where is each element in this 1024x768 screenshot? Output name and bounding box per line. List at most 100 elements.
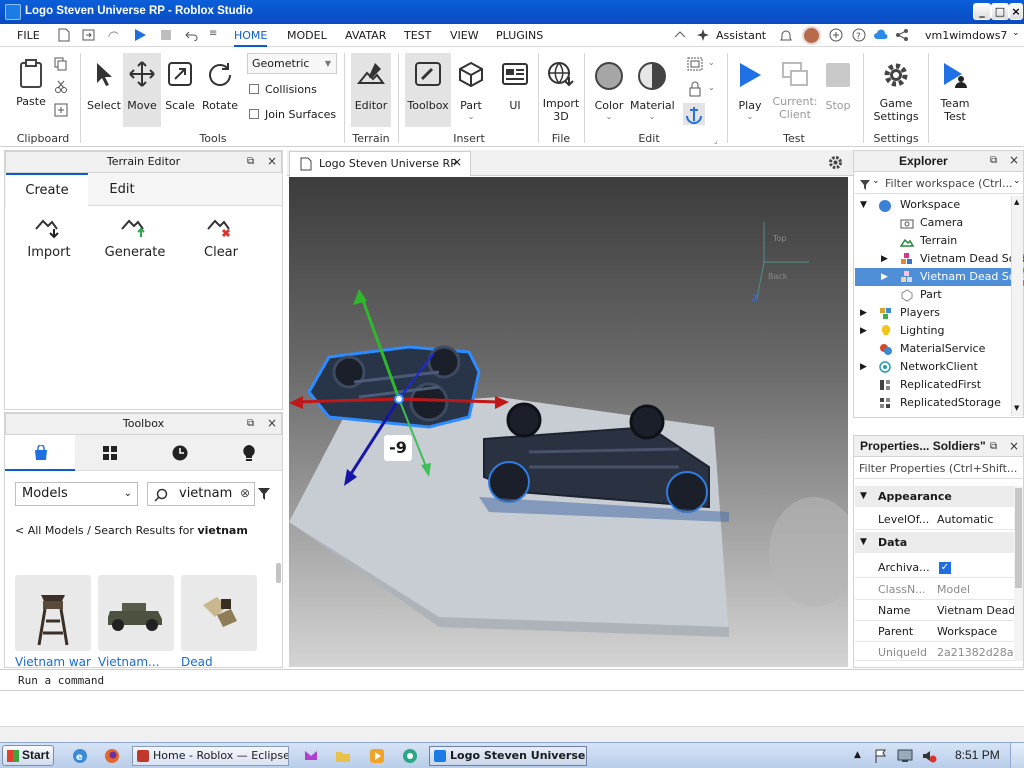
- panel-close-icon[interactable]: ×: [267, 154, 277, 168]
- help-icon[interactable]: ?: [852, 28, 866, 42]
- expand-arrow-icon[interactable]: ▶: [881, 250, 888, 268]
- stop-button[interactable]: Stop: [820, 53, 856, 127]
- tab-plugins[interactable]: PLUGINS: [496, 29, 543, 42]
- scrollbar-thumb[interactable]: [276, 563, 281, 583]
- undo-icon[interactable]: [185, 29, 199, 41]
- color-button[interactable]: Color ⌄: [589, 53, 629, 127]
- copy-icon[interactable]: [54, 57, 68, 71]
- volume-muted-icon[interactable]: [921, 748, 937, 764]
- tab-view[interactable]: VIEW: [450, 29, 479, 42]
- expand-arrow-icon[interactable]: ▶: [860, 358, 867, 376]
- scrollbar-thumb[interactable]: [1015, 488, 1022, 588]
- tree-item-camera[interactable]: Camera: [855, 214, 1024, 232]
- tab-marketplace[interactable]: [5, 435, 75, 471]
- explorer-filter-box[interactable]: ⌄ Filter workspace (Ctrl... ⌄: [855, 174, 1023, 194]
- model-thumbnail[interactable]: [181, 575, 257, 651]
- open-file-icon[interactable]: [82, 29, 95, 41]
- tab-edit[interactable]: Edit: [89, 174, 155, 206]
- assistant-button[interactable]: Assistant: [716, 29, 766, 42]
- command-input[interactable]: Run a command: [18, 674, 104, 687]
- tab-creations[interactable]: [215, 435, 282, 471]
- assistant-sparkle-icon[interactable]: [697, 29, 709, 41]
- anchor-button[interactable]: [683, 103, 705, 125]
- taskbar-item-roblox-studio[interactable]: Logo Steven Universe...: [429, 746, 587, 766]
- tree-item-part[interactable]: Part: [855, 286, 1024, 304]
- group-icon[interactable]: [687, 57, 703, 71]
- model-thumbnail[interactable]: [15, 575, 91, 651]
- terrain-import-button[interactable]: Import: [21, 215, 77, 260]
- tree-item-lighting[interactable]: ▶ Lighting: [855, 322, 1024, 340]
- show-hidden-icons-icon[interactable]: ▲: [854, 750, 861, 760]
- minimize-button[interactable]: _: [973, 3, 991, 20]
- toolbox-search-box[interactable]: vietnam ⊗: [147, 482, 255, 506]
- collisions-checkbox[interactable]: [249, 84, 259, 94]
- tab-avatar[interactable]: AVATAR: [345, 29, 386, 42]
- join-surfaces-checkbox[interactable]: [249, 109, 259, 119]
- play-button[interactable]: Play ⌄: [731, 53, 769, 127]
- redo-arrow-icon[interactable]: [107, 29, 120, 41]
- explorer-scrollbar[interactable]: ▲ ▼: [1011, 196, 1023, 416]
- expand-arrow-icon[interactable]: ▶: [860, 322, 867, 340]
- collaborate-share-icon[interactable]: [895, 29, 909, 41]
- archivable-checkbox[interactable]: ✓: [939, 562, 951, 574]
- property-row-archivable[interactable]: Archiva... ✓: [855, 557, 1014, 578]
- search-input[interactable]: vietnam: [179, 486, 232, 501]
- panel-close-icon[interactable]: ×: [1009, 153, 1019, 167]
- explorer-filter-input[interactable]: Filter workspace (Ctrl...: [885, 177, 1012, 190]
- tree-item-replicatedstorage[interactable]: ReplicatedStorage: [855, 394, 1024, 412]
- expand-arrow-icon[interactable]: ▶: [860, 304, 867, 322]
- scale-tool-button[interactable]: Scale: [161, 53, 199, 127]
- panel-close-icon[interactable]: ×: [1009, 439, 1019, 453]
- dock-undock-icon[interactable]: ⧉: [247, 156, 254, 167]
- dock-undock-icon[interactable]: ⧉: [990, 155, 997, 166]
- tree-item-vietnam-dead-soldiers-selected[interactable]: ▶ Vietnam Dead Soldiers: [855, 268, 1024, 286]
- dock-undock-icon[interactable]: ⧉: [990, 441, 997, 452]
- cloud-icon[interactable]: [873, 29, 889, 40]
- breadcrumb-all-models-link[interactable]: < All Models / Search Results for: [15, 524, 197, 537]
- clear-search-icon[interactable]: ⊗: [240, 486, 250, 500]
- quick-access-dropdown-icon[interactable]: ≡: [209, 28, 217, 39]
- show-desktop-button[interactable]: [1010, 743, 1024, 768]
- property-row-name[interactable]: Name Vietnam Dead Soldiers: [855, 600, 1014, 621]
- lock-icon[interactable]: [688, 81, 702, 97]
- close-tab-icon[interactable]: ×: [452, 155, 462, 169]
- expand-arrow-icon[interactable]: ▼: [860, 196, 867, 214]
- tab-recent[interactable]: [145, 435, 215, 471]
- system-clock[interactable]: 8:51 PM: [955, 748, 1000, 762]
- firefox-icon[interactable]: [104, 748, 120, 764]
- toolbox-button[interactable]: Toolbox: [405, 53, 451, 127]
- tree-item-terrain[interactable]: Terrain: [855, 232, 1024, 250]
- expand-arrow-icon[interactable]: ▶: [881, 268, 888, 286]
- game-settings-button[interactable]: Game Settings: [870, 53, 922, 127]
- category-select[interactable]: Models ⌄: [15, 482, 138, 506]
- terrain-editor-button[interactable]: Editor: [351, 53, 391, 127]
- media-player-icon[interactable]: [369, 748, 385, 764]
- tree-item-networkclient[interactable]: ▶ NetworkClient: [855, 358, 1024, 376]
- filter-funnel-icon[interactable]: [257, 487, 271, 501]
- dock-undock-icon[interactable]: ⧉: [247, 418, 254, 429]
- share-icon[interactable]: [829, 28, 843, 42]
- notification-bell-icon[interactable]: [780, 29, 792, 42]
- network-icon[interactable]: [897, 748, 913, 764]
- collapse-arrow-icon[interactable]: ▼: [860, 532, 867, 553]
- command-bar[interactable]: Run a command: [0, 669, 1024, 691]
- document-tab[interactable]: Logo Steven Universe RP ×: [289, 151, 471, 176]
- result-title-vietnam-2[interactable]: Vietnam...: [98, 655, 159, 667]
- cut-scissors-icon[interactable]: [54, 80, 68, 94]
- import-3d-button[interactable]: Import 3D: [541, 53, 581, 127]
- tab-test[interactable]: TEST: [404, 29, 431, 42]
- tree-item-materialservice[interactable]: MaterialService: [855, 340, 1024, 358]
- maximize-button[interactable]: □: [991, 3, 1009, 20]
- folder-icon[interactable]: [335, 748, 351, 764]
- team-test-button[interactable]: Team Test: [934, 53, 976, 127]
- select-tool-button[interactable]: Select: [85, 53, 123, 127]
- tab-home[interactable]: HOME: [234, 29, 268, 47]
- start-button[interactable]: Start: [2, 745, 54, 766]
- close-button[interactable]: ×: [1009, 3, 1023, 20]
- account-chevron-down-icon[interactable]: ⌄: [1012, 28, 1020, 38]
- tree-item-replicatedfirst[interactable]: ReplicatedFirst: [855, 376, 1024, 394]
- terrain-generate-button[interactable]: Generate: [103, 215, 167, 260]
- stop-icon[interactable]: [160, 29, 172, 41]
- section-appearance[interactable]: ▼ Appearance: [855, 486, 1014, 507]
- current-client-button[interactable]: Current: Client: [772, 53, 818, 127]
